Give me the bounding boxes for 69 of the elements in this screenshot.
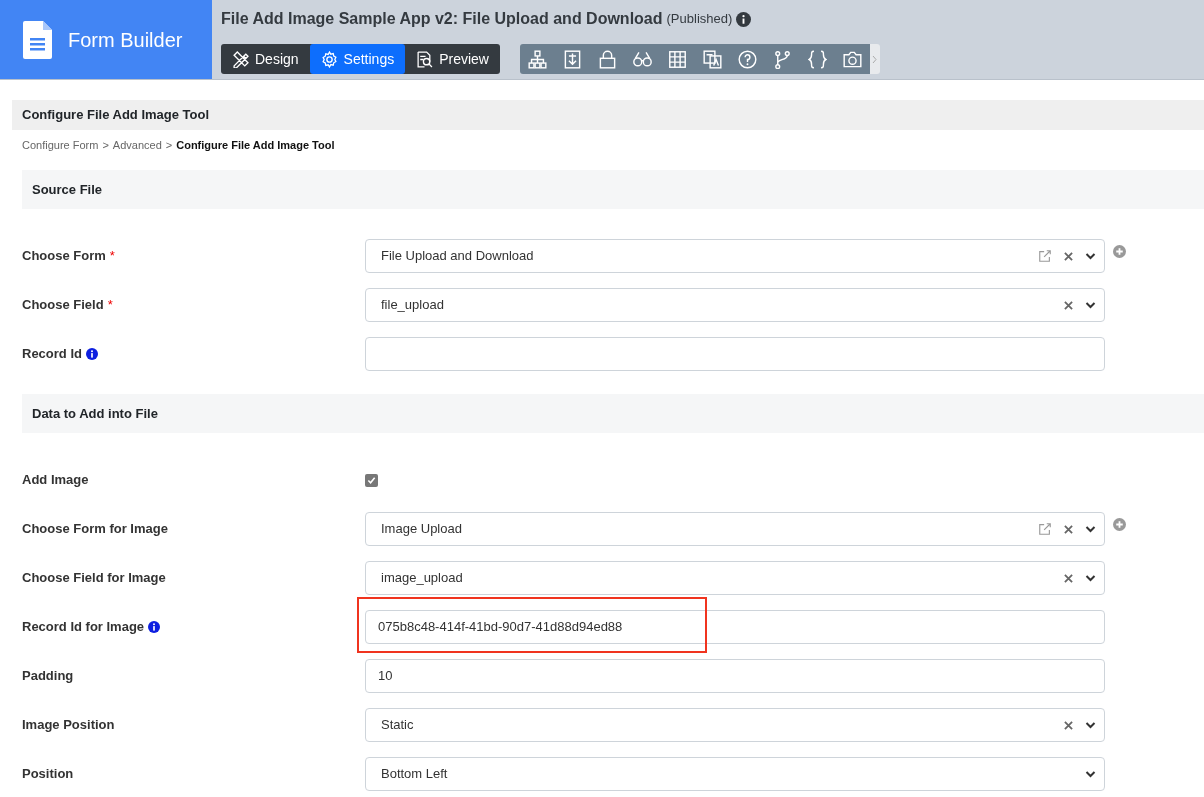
field-label: Record Id for Image	[22, 618, 145, 637]
select-field[interactable]: Static	[365, 708, 1105, 742]
tab[interactable]: Preview	[405, 44, 500, 74]
breadcrumb-link[interactable]: Configure Form	[22, 136, 99, 154]
tab[interactable]: Design	[221, 44, 310, 74]
page-title: Configure File Add Image Tool	[22, 106, 210, 125]
breadcrumb-separator: >	[102, 137, 109, 153]
grid-icon[interactable]	[668, 49, 687, 69]
clear-icon[interactable]	[1064, 300, 1073, 310]
add-icon[interactable]	[1113, 244, 1126, 258]
select-field[interactable]: Image Upload	[365, 512, 1105, 546]
tab[interactable]: Settings	[309, 44, 406, 74]
chevron-down-icon[interactable]	[1085, 721, 1096, 729]
field-label: Record Id	[22, 345, 82, 364]
app-name: Form Builder	[68, 27, 183, 53]
info-icon[interactable]	[148, 621, 161, 633]
settings-icon	[320, 50, 338, 68]
field-label: Choose Field	[22, 296, 104, 315]
help-icon[interactable]	[738, 49, 757, 69]
breadcrumb-link[interactable]: Advanced	[112, 136, 162, 154]
checkbox[interactable]	[365, 473, 378, 487]
chevron-down-icon[interactable]	[1085, 525, 1096, 533]
chevron-down-icon[interactable]	[1085, 252, 1096, 260]
select-field[interactable]: image_upload	[365, 561, 1105, 595]
add-icon[interactable]	[1113, 517, 1126, 531]
select-field[interactable]: File Upload and Download	[365, 239, 1105, 273]
camera-icon[interactable]	[843, 49, 862, 69]
clear-icon[interactable]	[1064, 251, 1073, 261]
clear-icon[interactable]	[1064, 524, 1073, 534]
section-title: Data to Add into File	[32, 404, 158, 423]
chevron-down-icon[interactable]	[1085, 574, 1096, 582]
sitemap-icon[interactable]	[528, 49, 547, 69]
input-field[interactable]: 075b8c48-414f-41bd-90d7-41d88d94ed88	[365, 610, 1105, 644]
required-asterisk: *	[109, 247, 115, 266]
form-title: File Add Image Sample App v2: File Upload and Download	[221, 9, 663, 29]
binoculars-icon[interactable]	[633, 49, 652, 69]
field-label: Choose Field for Image	[22, 569, 166, 588]
field-label: Add Image	[22, 471, 89, 490]
publish-status: (Published)	[666, 10, 733, 29]
lock-icon[interactable]	[598, 49, 617, 69]
clear-icon[interactable]	[1064, 573, 1073, 583]
input-field[interactable]: 10	[365, 659, 1105, 693]
field-label: Choose Form for Image	[22, 520, 168, 539]
translate-icon[interactable]	[703, 49, 722, 69]
external-link-icon[interactable]	[1038, 249, 1052, 263]
external-link-icon[interactable]	[1038, 522, 1052, 536]
info-icon[interactable]	[736, 11, 752, 27]
required-asterisk: *	[107, 296, 113, 315]
pencil-ruler-icon	[232, 50, 249, 68]
chevron-down-icon[interactable]	[1085, 301, 1096, 309]
breadcrumb-separator: >	[165, 137, 173, 153]
chevron-right-icon	[872, 54, 878, 64]
input-field[interactable]	[365, 337, 1105, 371]
select-field[interactable]: Bottom Left	[365, 757, 1105, 791]
field-label: Padding	[22, 667, 74, 686]
select-field[interactable]: file_upload	[365, 288, 1105, 322]
field-label: Position	[22, 765, 74, 784]
field-label: Choose Form	[22, 247, 106, 266]
document-search-icon	[416, 50, 434, 68]
form-icon[interactable]	[563, 49, 582, 69]
branch-icon[interactable]	[773, 49, 792, 69]
chevron-down-icon[interactable]	[1085, 770, 1096, 778]
braces-icon[interactable]	[808, 49, 827, 69]
field-label: Image Position	[22, 716, 115, 735]
breadcrumb-current: Configure File Add Image Tool	[176, 137, 335, 153]
section-title: Source File	[32, 180, 103, 199]
info-icon[interactable]	[85, 348, 98, 360]
clear-icon[interactable]	[1064, 720, 1073, 730]
document-icon	[23, 20, 52, 59]
